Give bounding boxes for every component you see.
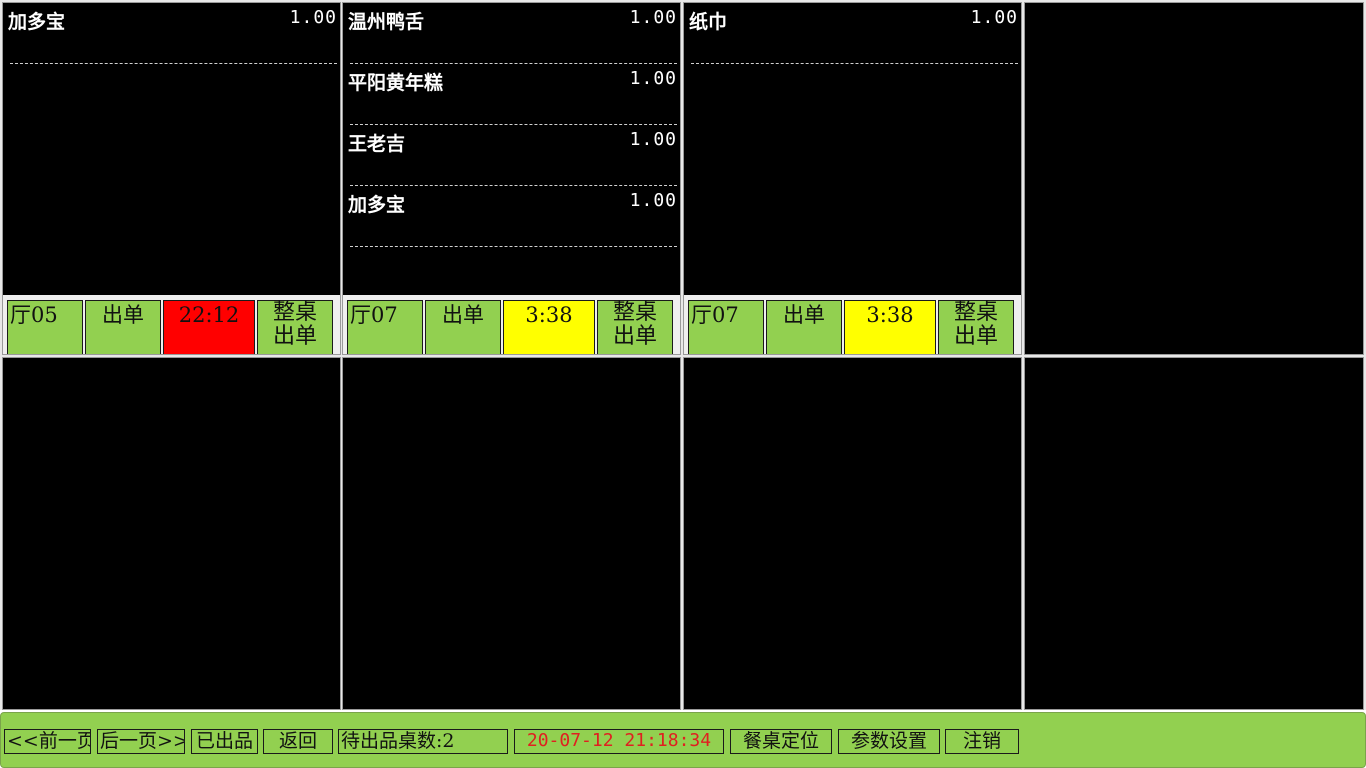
item-quantity: 1.00 xyxy=(629,190,677,211)
item-name: 纸巾 xyxy=(689,11,728,33)
item-name: 王老吉 xyxy=(348,133,406,155)
order-item-list: 加多宝 1.00 xyxy=(3,3,340,64)
logout-button[interactable]: 注销 xyxy=(945,729,1019,754)
serve-whole-table-label-line2: 出单 xyxy=(612,324,657,349)
order-item[interactable]: 平阳黄年糕 1.00 xyxy=(343,64,680,125)
serve-button[interactable]: 出单 xyxy=(425,300,501,354)
item-quantity: 1.00 xyxy=(629,129,677,150)
elapsed-time-button[interactable]: 3:38 xyxy=(844,300,936,354)
serve-whole-table-label-line2: 出单 xyxy=(272,324,317,349)
order-panel-4 xyxy=(1024,2,1364,355)
table-number-button[interactable]: 厅07 xyxy=(688,300,764,354)
order-panel-3: 纸巾 1.00 厅07 出单 3:38 整桌 出单 xyxy=(683,2,1022,355)
back-button[interactable]: 返回 xyxy=(263,729,333,754)
next-page-button[interactable]: 后一页>> xyxy=(97,729,185,754)
order-item-list: 纸巾 1.00 xyxy=(684,3,1021,64)
serve-whole-table-label-line1: 整桌 xyxy=(953,300,998,325)
order-panel-7 xyxy=(683,357,1022,710)
order-grid: 加多宝 1.00 厅05 出单 22:12 整桌 出单 温州鸭舌 1.00 平阳… xyxy=(0,0,1366,710)
panel-action-bar: 厅05 出单 22:12 整桌 出单 xyxy=(3,295,340,354)
item-quantity: 1.00 xyxy=(629,7,677,28)
order-item[interactable]: 温州鸭舌 1.00 xyxy=(343,3,680,64)
item-quantity: 1.00 xyxy=(629,68,677,89)
order-item[interactable]: 王老吉 1.00 xyxy=(343,125,680,186)
order-panel-1: 加多宝 1.00 厅05 出单 22:12 整桌 出单 xyxy=(2,2,341,355)
served-items-button[interactable]: 已出品 xyxy=(191,729,258,754)
serve-whole-table-button[interactable]: 整桌 出单 xyxy=(938,300,1014,354)
pending-tables-count: 待出品桌数:2 xyxy=(338,729,508,754)
order-panel-8 xyxy=(1024,357,1364,710)
serve-whole-table-button[interactable]: 整桌 出单 xyxy=(597,300,673,354)
item-divider xyxy=(691,63,1018,64)
item-divider xyxy=(10,63,337,64)
serve-whole-table-button[interactable]: 整桌 出单 xyxy=(257,300,333,354)
prev-page-button[interactable]: <<前一页 xyxy=(4,729,91,754)
order-item[interactable]: 加多宝 1.00 xyxy=(343,186,680,247)
elapsed-time-button[interactable]: 22:12 xyxy=(163,300,255,354)
item-quantity: 1.00 xyxy=(970,7,1018,28)
serve-button[interactable]: 出单 xyxy=(85,300,161,354)
serve-whole-table-label-line1: 整桌 xyxy=(612,300,657,325)
serve-whole-table-label-line2: 出单 xyxy=(953,324,998,349)
order-item-list: 温州鸭舌 1.00 平阳黄年糕 1.00 王老吉 1.00 加多宝 1.00 xyxy=(343,3,680,247)
serve-whole-table-label-line1: 整桌 xyxy=(272,300,317,325)
item-divider xyxy=(350,246,677,247)
item-name: 平阳黄年糕 xyxy=(348,72,444,94)
item-quantity: 1.00 xyxy=(289,7,337,28)
current-datetime: 20-07-12 21:18:34 xyxy=(514,729,724,754)
order-panel-6 xyxy=(342,357,681,710)
item-name: 温州鸭舌 xyxy=(348,11,425,33)
elapsed-time-button[interactable]: 3:38 xyxy=(503,300,595,354)
panel-action-bar: 厅07 出单 3:38 整桌 出单 xyxy=(343,295,680,354)
order-panel-5 xyxy=(2,357,341,710)
serve-button[interactable]: 出单 xyxy=(766,300,842,354)
item-name: 加多宝 xyxy=(8,11,66,33)
table-number-button[interactable]: 厅07 xyxy=(347,300,423,354)
footer-toolbar: <<前一页 后一页>> 已出品 返回 待出品桌数:2 20-07-12 21:1… xyxy=(0,712,1366,768)
order-panel-2: 温州鸭舌 1.00 平阳黄年糕 1.00 王老吉 1.00 加多宝 1.00 厅… xyxy=(342,2,681,355)
table-number-button[interactable]: 厅05 xyxy=(7,300,83,354)
order-item[interactable]: 纸巾 1.00 xyxy=(684,3,1021,64)
settings-button[interactable]: 参数设置 xyxy=(838,729,940,754)
panel-action-bar: 厅07 出单 3:38 整桌 出单 xyxy=(684,295,1021,354)
item-name: 加多宝 xyxy=(348,194,406,216)
order-item[interactable]: 加多宝 1.00 xyxy=(3,3,340,64)
locate-table-button[interactable]: 餐桌定位 xyxy=(730,729,832,754)
